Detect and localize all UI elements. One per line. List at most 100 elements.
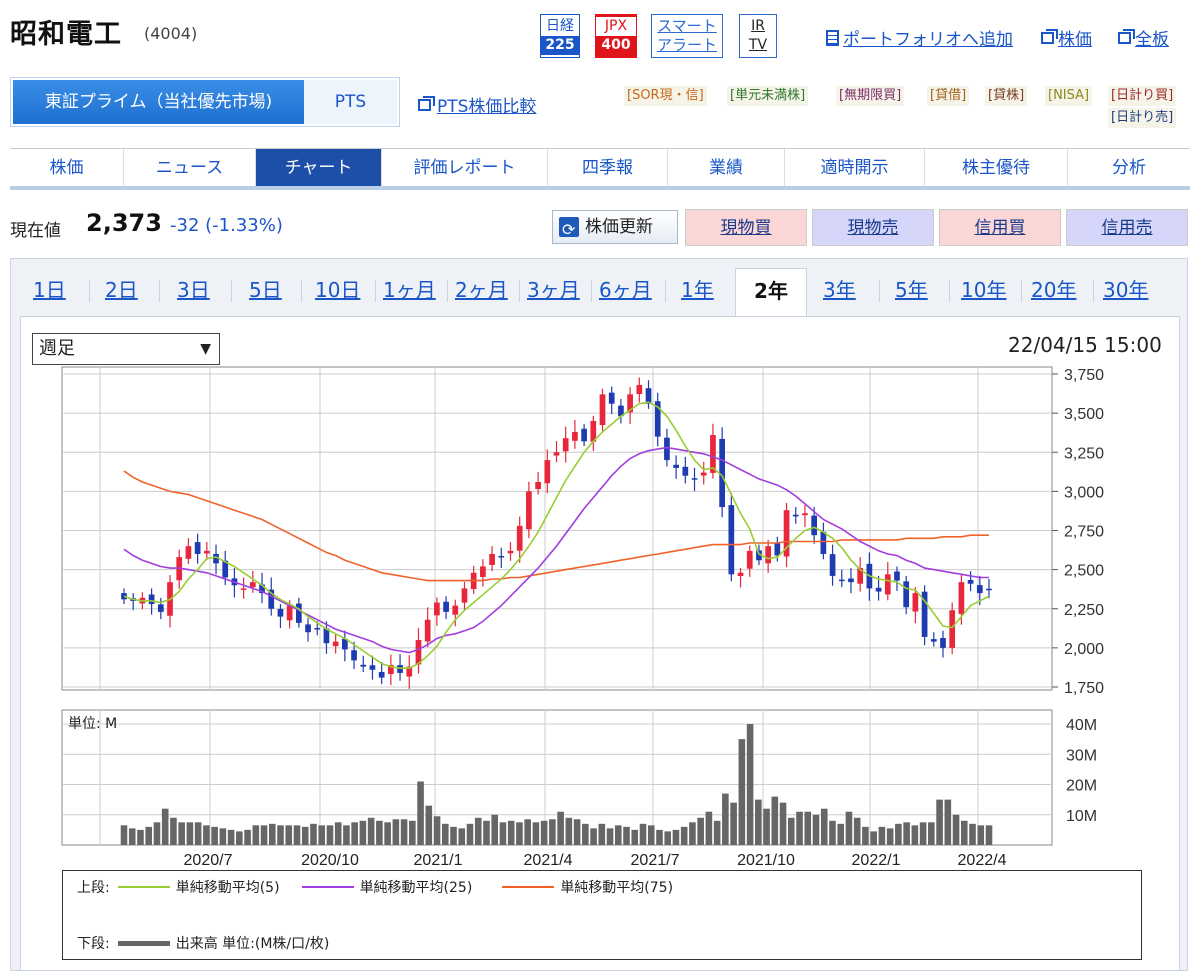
- candle-body: [894, 571, 900, 581]
- volume-bar: [853, 817, 861, 845]
- volume-bar: [820, 808, 828, 845]
- candle-body: [378, 671, 385, 678]
- candle-body: [737, 572, 744, 577]
- candle-body: [746, 550, 753, 569]
- volume-bar: [985, 825, 993, 845]
- volume-bar: [919, 822, 927, 845]
- interval-select[interactable]: 週足 ▼: [32, 333, 220, 365]
- legend-upper-label: 上段:: [77, 880, 110, 896]
- volume-bar: [153, 822, 161, 845]
- candle-body: [572, 431, 578, 441]
- price-tick-label: 2,750: [1064, 524, 1104, 541]
- volume-bar: [491, 814, 499, 845]
- stock-chart: 3,750 3,500 3,250 3,000 2,750 2,500 2,250 2,000…: [61, 366, 1104, 869]
- candle-body: [581, 428, 587, 442]
- candle-body: [636, 384, 643, 395]
- volume-bar: [425, 805, 433, 845]
- legend-ma75-swatch: [502, 886, 555, 888]
- volume-bar: [524, 819, 531, 845]
- candle-body: [369, 665, 376, 670]
- chart-datetime: 22/04/15 15:00: [1008, 333, 1162, 357]
- volume-bar: [656, 829, 663, 845]
- volume-bar: [623, 826, 630, 845]
- legend-lower-row: 下段: 出来高 単位:(M株/口/枚): [77, 933, 329, 953]
- candle-body: [443, 601, 449, 612]
- volume-bar: [779, 802, 787, 845]
- volume-bar: [400, 819, 408, 845]
- price-tick-label: 2,000: [1064, 641, 1104, 658]
- volume-bar: [170, 817, 177, 845]
- x-axis-label: 2020/7: [184, 852, 233, 869]
- x-axis-label: 2020/10: [301, 852, 359, 869]
- volume-bar: [516, 822, 523, 845]
- volume-bar: [829, 820, 836, 845]
- candle-body: [599, 394, 606, 426]
- volume-bar: [236, 831, 243, 845]
- volume-bar: [474, 817, 482, 845]
- candle-body: [691, 478, 698, 480]
- volume-bar: [244, 829, 251, 845]
- volume-tick-label: 10M: [1066, 808, 1097, 825]
- volume-bar: [178, 822, 185, 845]
- volume-bar: [219, 828, 227, 845]
- volume-bar: [128, 828, 136, 845]
- candle-body: [203, 550, 210, 554]
- volume-bar: [532, 822, 540, 845]
- candle-body: [949, 610, 956, 648]
- candle-body: [461, 588, 468, 603]
- legend-ma25-swatch: [301, 886, 354, 888]
- volume-bar: [590, 828, 597, 845]
- volume-bar: [409, 820, 416, 845]
- volume-bar: [771, 796, 779, 845]
- volume-bar: [351, 822, 358, 845]
- volume-bar: [565, 817, 573, 845]
- candle-body: [608, 392, 615, 404]
- candle-body: [305, 624, 311, 633]
- volume-bar: [936, 799, 943, 845]
- legend-ma25-label: 単純移動平均(25): [359, 880, 473, 896]
- volume-bar: [252, 825, 260, 845]
- legend-upper-row: 上段: 単純移動平均(5) 単純移動平均(25) 単純移動平均(75): [77, 877, 673, 897]
- candle-body: [765, 546, 772, 564]
- volume-bar: [367, 817, 375, 845]
- volume-bar: [285, 825, 293, 845]
- candle-body: [185, 546, 192, 559]
- volume-bar: [376, 820, 383, 845]
- volume-bar: [441, 823, 449, 845]
- candle-body: [912, 593, 919, 612]
- candle-body: [240, 588, 247, 590]
- volume-bar: [639, 823, 647, 845]
- candle-body: [774, 543, 781, 556]
- legend-ma75-label: 単純移動平均(75): [560, 880, 674, 896]
- price-tick-label: 3,000: [1064, 484, 1104, 501]
- candle-body: [967, 579, 974, 584]
- candle-body: [544, 460, 551, 484]
- volume-bar: [614, 825, 622, 845]
- candle-body: [148, 594, 155, 605]
- volume-bar: [787, 817, 795, 845]
- volume-bar: [120, 825, 128, 845]
- candle-body: [958, 582, 965, 614]
- volume-bar: [549, 819, 556, 845]
- chevron-down-icon: ▼: [200, 341, 211, 357]
- volume-tick-label: 40M: [1066, 717, 1097, 734]
- volume-bar: [137, 829, 144, 845]
- candle-body: [452, 605, 459, 615]
- chart-legend: 上段: 単純移動平均(5) 単純移動平均(25) 単純移動平均(75) 下段: …: [62, 870, 1142, 960]
- volume-bar: [227, 829, 235, 845]
- volume-bar: [145, 826, 153, 845]
- candle-body: [397, 665, 403, 673]
- volume-bar: [713, 820, 721, 845]
- x-axis-label: 2021/10: [737, 852, 795, 869]
- volume-bar: [433, 816, 441, 845]
- volume-bar: [730, 802, 737, 845]
- volume-bar: [705, 811, 713, 845]
- volume-bar: [672, 829, 680, 845]
- volume-bar: [746, 724, 754, 845]
- volume-tick-label: 30M: [1066, 747, 1097, 764]
- x-axis-label: 2022/4: [958, 852, 1007, 869]
- volume-bar: [499, 822, 507, 845]
- volume-bar: [895, 823, 902, 845]
- volume-bar: [359, 820, 367, 845]
- candle-body: [820, 531, 827, 554]
